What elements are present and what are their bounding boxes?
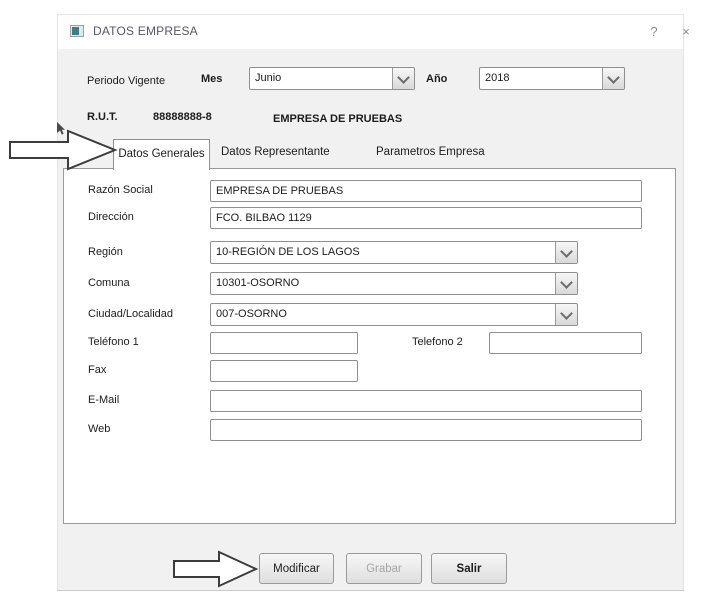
mes-label: Mes bbox=[201, 73, 222, 85]
region-dropdown-button[interactable] bbox=[555, 242, 577, 263]
tab-parametros-empresa[interactable]: Parametros Empresa bbox=[376, 146, 485, 158]
ano-dropdown-button[interactable] bbox=[602, 68, 624, 89]
web-input[interactable] bbox=[210, 419, 642, 441]
razon-social-label: Razón Social bbox=[88, 184, 153, 196]
region-value: 10-REGIÓN DE LOS LAGOS bbox=[216, 246, 360, 258]
razon-social-input[interactable] bbox=[210, 180, 642, 202]
right-arrow-annotation-modificar bbox=[172, 549, 259, 589]
email-label: E-Mail bbox=[88, 394, 119, 406]
region-combobox[interactable]: 10-REGIÓN DE LOS LAGOS bbox=[210, 241, 578, 264]
company-name: EMPRESA DE PRUEBAS bbox=[273, 113, 402, 125]
ciudad-localidad-value: 007-OSORNO bbox=[216, 308, 287, 320]
direccion-label: Dirección bbox=[88, 211, 134, 223]
rut-value: 88888888-8 bbox=[153, 111, 212, 123]
screen: DATOS EMPRESA ? × Periodo Vigente Mes Ju… bbox=[0, 0, 720, 610]
comuna-combobox[interactable]: 10301-OSORNO bbox=[210, 272, 578, 295]
mes-dropdown-button[interactable] bbox=[392, 68, 414, 89]
telefono2-label: Telefono 2 bbox=[412, 336, 463, 348]
grabar-button: Grabar bbox=[346, 553, 422, 584]
ano-value: 2018 bbox=[485, 72, 509, 84]
datos-empresa-dialog: DATOS EMPRESA ? × Periodo Vigente Mes Ju… bbox=[57, 14, 684, 591]
fax-input[interactable] bbox=[210, 360, 358, 382]
help-button[interactable]: ? bbox=[643, 22, 665, 42]
tab-datos-representante[interactable]: Datos Representante bbox=[221, 146, 330, 158]
tab-datos-generales[interactable]: Datos Generales bbox=[113, 139, 210, 170]
ano-combobox[interactable]: 2018 bbox=[479, 67, 625, 90]
mes-combobox[interactable]: Junio bbox=[249, 67, 415, 90]
chevron-down-icon bbox=[607, 71, 620, 84]
periodo-vigente-label: Periodo Vigente bbox=[87, 75, 165, 87]
ano-label: Año bbox=[426, 73, 447, 85]
direccion-input[interactable] bbox=[210, 207, 642, 229]
mouse-cursor bbox=[57, 122, 66, 135]
telefono1-label: Teléfono 1 bbox=[88, 336, 139, 348]
email-input[interactable] bbox=[210, 390, 642, 412]
comuna-dropdown-button[interactable] bbox=[555, 273, 577, 294]
ciudad-localidad-label: Ciudad/Localidad bbox=[88, 308, 173, 320]
telefono2-input[interactable] bbox=[489, 332, 642, 354]
comuna-value: 10301-OSORNO bbox=[216, 277, 299, 289]
modificar-button[interactable]: Modificar bbox=[259, 553, 334, 584]
chevron-down-icon bbox=[560, 276, 573, 289]
fax-label: Fax bbox=[88, 364, 106, 376]
close-button[interactable]: × bbox=[675, 22, 697, 42]
title-bar[interactable]: DATOS EMPRESA ? × bbox=[58, 15, 683, 49]
salir-button[interactable]: Salir bbox=[431, 553, 507, 584]
region-label: Región bbox=[88, 246, 123, 258]
ciudad-localidad-combobox[interactable]: 007-OSORNO bbox=[210, 303, 578, 326]
ciudad-localidad-dropdown-button[interactable] bbox=[555, 304, 577, 325]
comuna-label: Comuna bbox=[88, 277, 130, 289]
rut-label: R.U.T. bbox=[87, 111, 118, 123]
chevron-down-icon bbox=[397, 71, 410, 84]
chevron-down-icon bbox=[560, 245, 573, 258]
web-label: Web bbox=[88, 423, 110, 435]
form-window-icon bbox=[70, 25, 84, 37]
telefono1-input[interactable] bbox=[210, 332, 358, 354]
mes-value: Junio bbox=[255, 72, 281, 84]
chevron-down-icon bbox=[560, 307, 573, 320]
datos-generales-panel: Razón Social Dirección Región 10-REGIÓN … bbox=[63, 168, 676, 524]
window-title: DATOS EMPRESA bbox=[93, 24, 198, 38]
